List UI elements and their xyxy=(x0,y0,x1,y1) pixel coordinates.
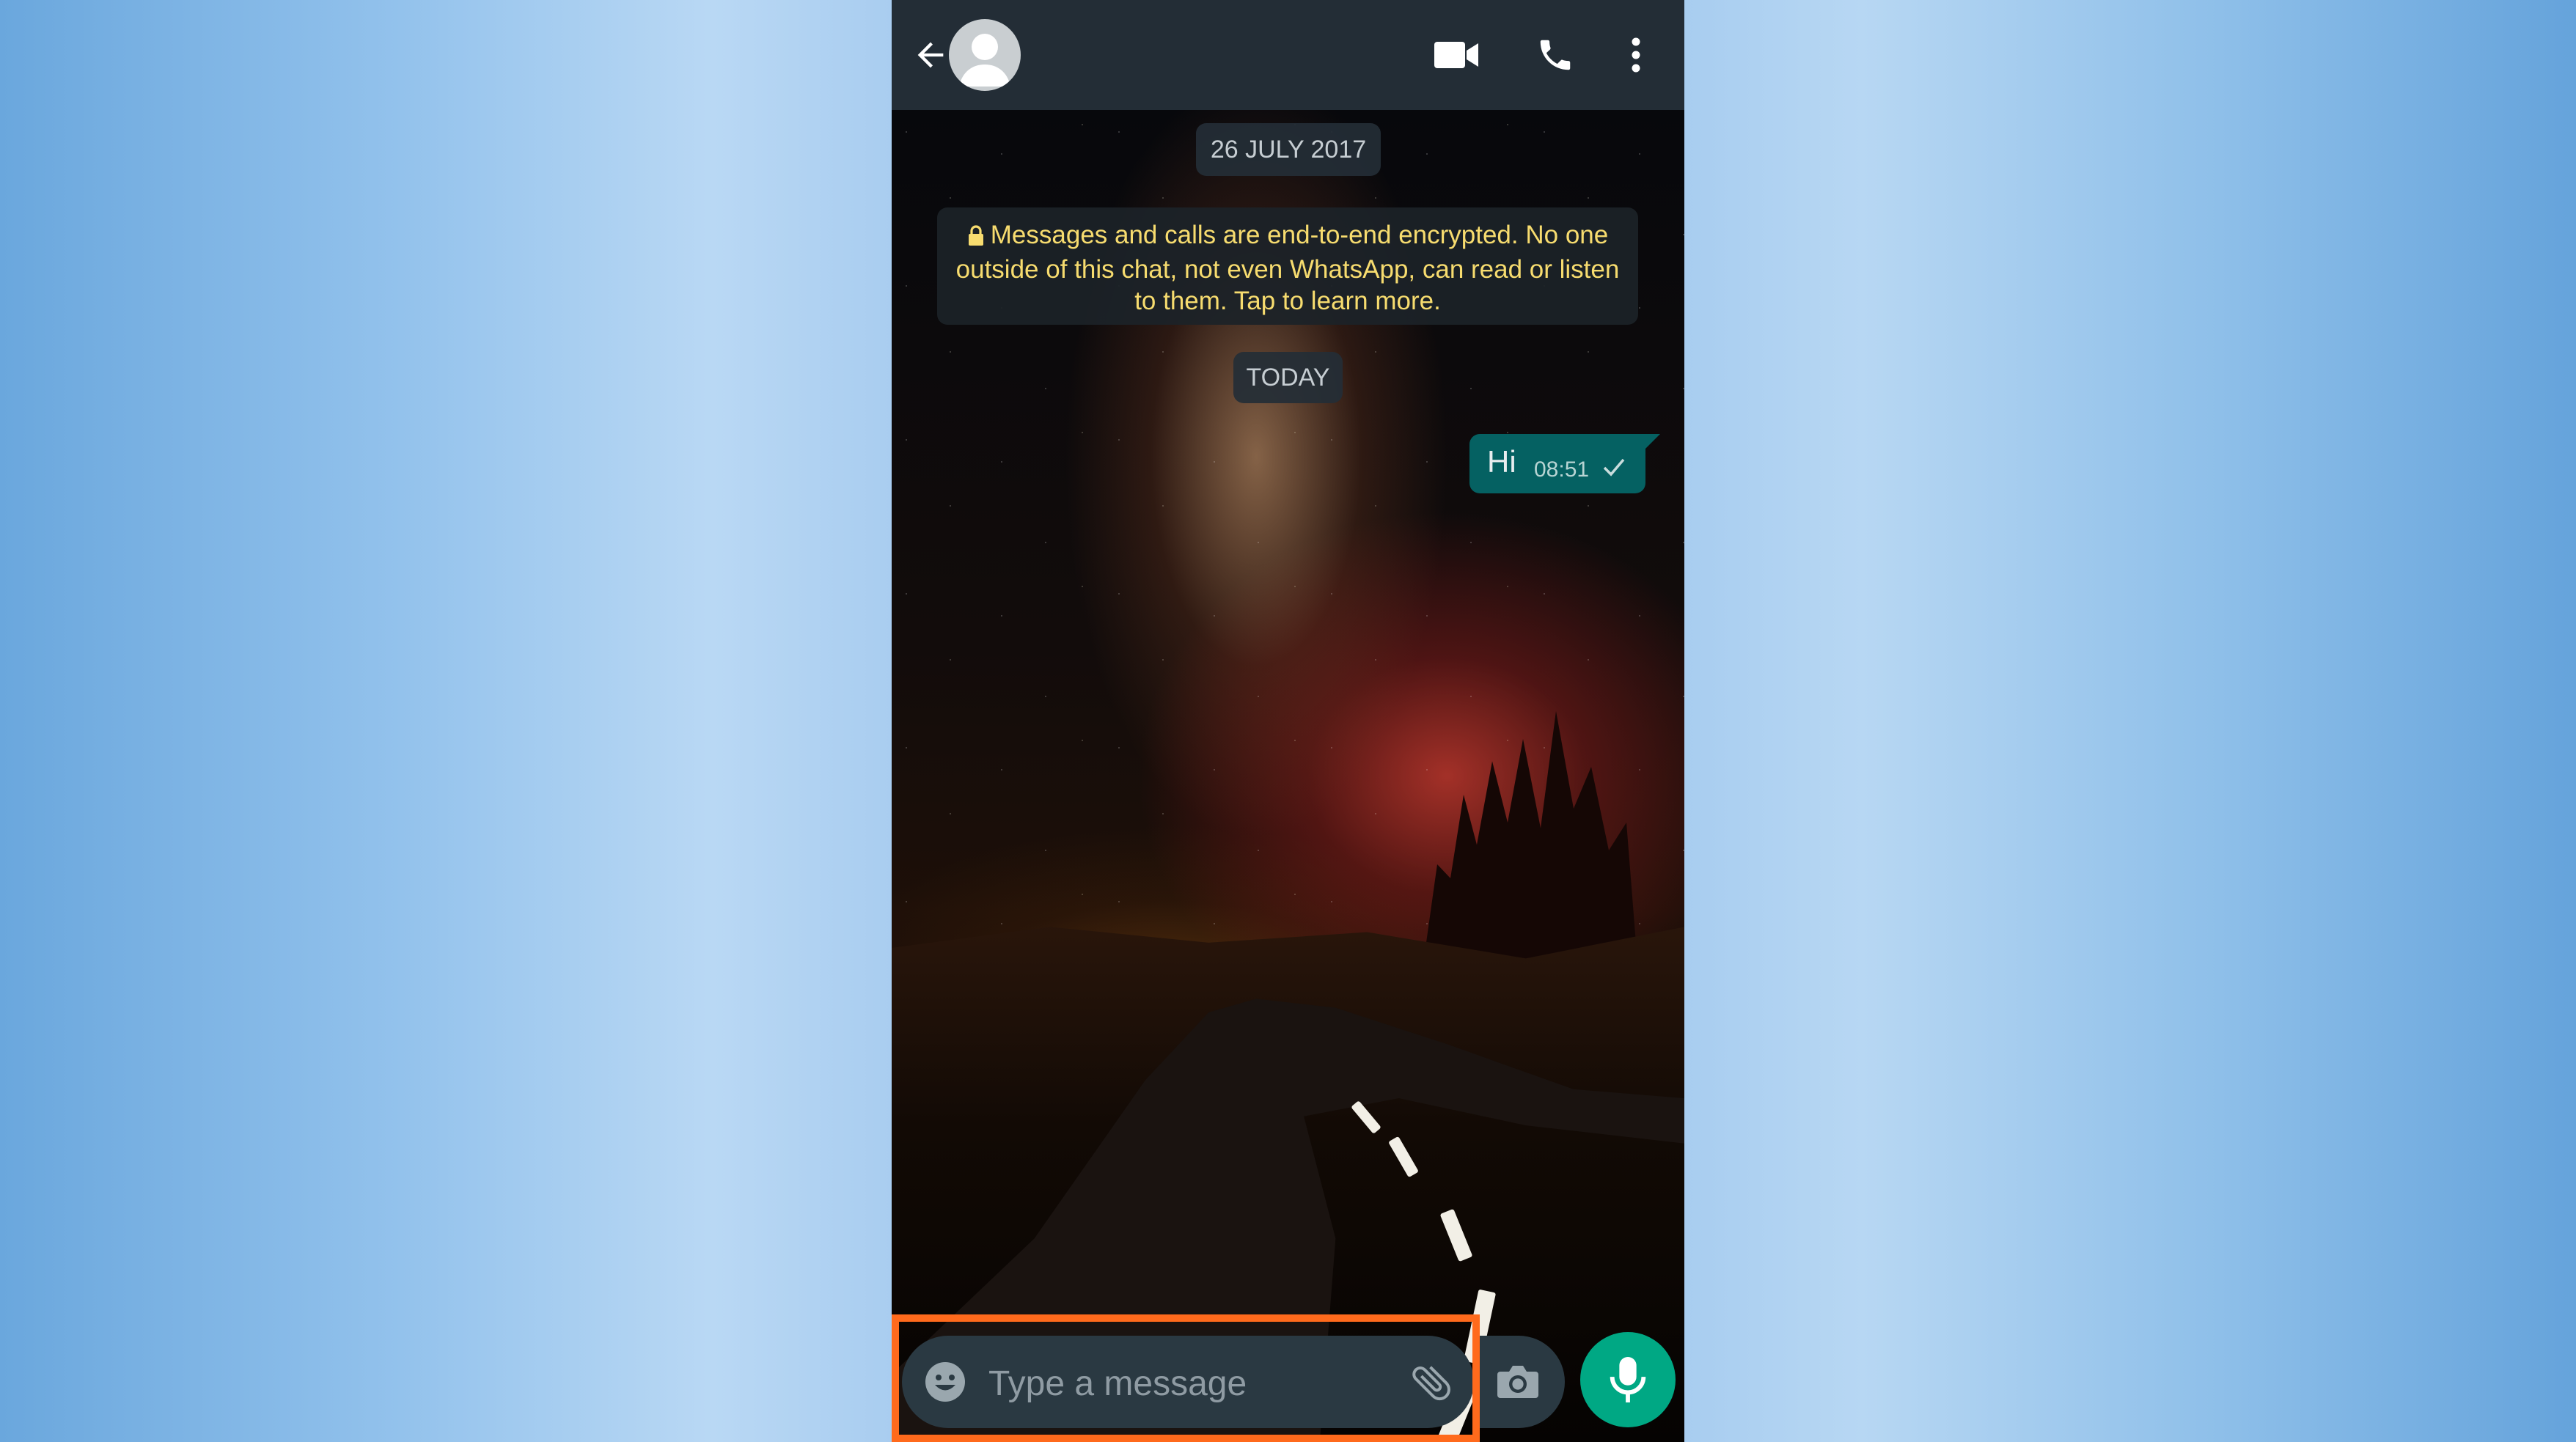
single-check-icon xyxy=(1601,456,1626,482)
arrow-left-icon xyxy=(917,42,944,68)
camera-icon xyxy=(1496,1361,1540,1403)
message-input-bar[interactable]: Type a message xyxy=(902,1336,1474,1428)
phone-icon xyxy=(1540,40,1571,70)
person-icon xyxy=(959,34,1010,87)
encryption-notice[interactable]: Messages and calls are end-to-end encryp… xyxy=(937,207,1638,325)
video-call-button[interactable] xyxy=(1427,29,1486,81)
video-camera-icon xyxy=(1434,42,1478,68)
more-vert-icon xyxy=(1632,37,1640,73)
voice-record-button[interactable] xyxy=(1580,1332,1676,1427)
bubble-tail xyxy=(1644,434,1660,450)
background-left xyxy=(0,0,892,1442)
date-chip: 26 JULY 2017 xyxy=(1196,123,1381,176)
message-text: Hi xyxy=(1487,444,1516,479)
phone-screen: 26 JULY 2017 Messages and calls are end-… xyxy=(892,0,1684,1442)
emoji-icon[interactable] xyxy=(924,1361,966,1403)
voice-call-button[interactable] xyxy=(1530,29,1581,81)
paperclip-icon[interactable] xyxy=(1408,1359,1455,1406)
background-right xyxy=(1684,0,2576,1442)
today-chip: TODAY xyxy=(1233,352,1343,403)
more-options-button[interactable] xyxy=(1614,29,1658,81)
chat-header xyxy=(892,0,1684,110)
microphone-icon xyxy=(1610,1356,1646,1403)
message-time: 08:51 xyxy=(1534,457,1590,482)
contact-avatar[interactable] xyxy=(949,19,1021,91)
outgoing-message-bubble[interactable]: Hi 08:51 xyxy=(1469,434,1645,493)
lock-icon xyxy=(967,222,985,254)
message-input[interactable]: Type a message xyxy=(988,1364,1247,1404)
encryption-notice-text: Messages and calls are end-to-end encryp… xyxy=(955,221,1620,315)
